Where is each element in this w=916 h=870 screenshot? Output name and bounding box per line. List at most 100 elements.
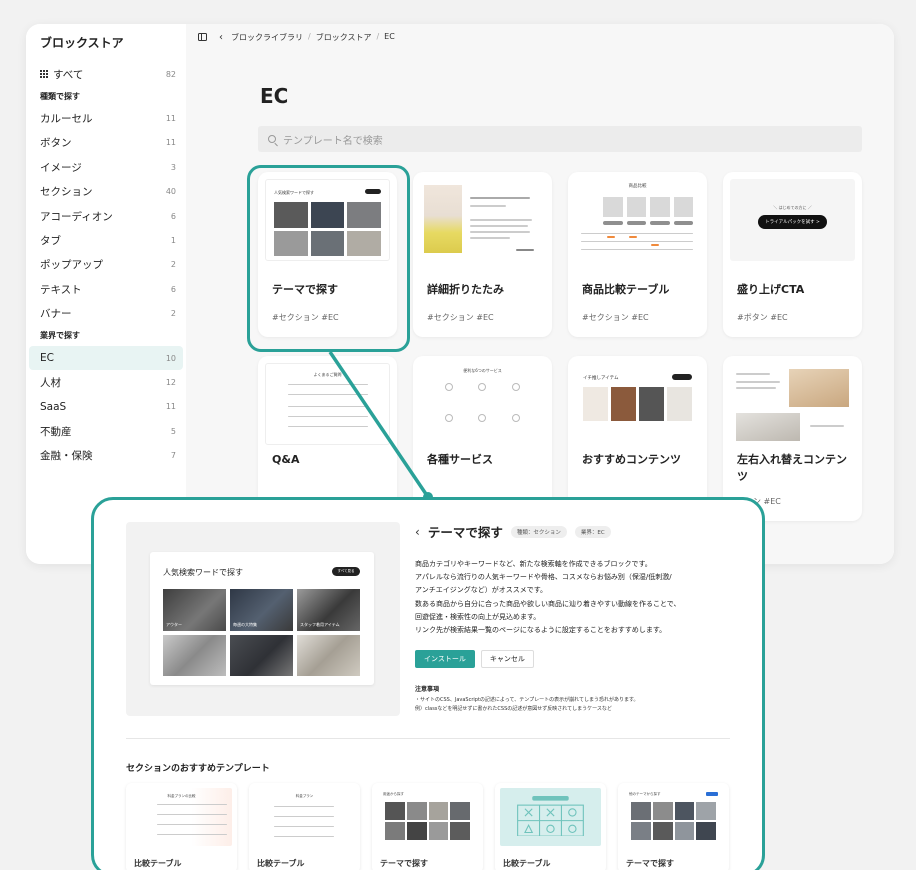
detail-description: 商品カテゴリやキーワードなど、新たな検索軸を作成できるブロックです。 アパレルな… bbox=[415, 558, 745, 637]
sidebar-item-carousel[interactable]: カルーセル 11 bbox=[29, 106, 183, 130]
sidebar-item-text[interactable]: テキスト 6 bbox=[29, 277, 183, 301]
card-thumbnail bbox=[730, 363, 855, 445]
card-thumbnail bbox=[420, 179, 545, 261]
template-card-accordion-detail[interactable]: 詳細折りたたみ #セクション #EC bbox=[413, 172, 552, 337]
sidebar-item-image[interactable]: イメージ 3 bbox=[29, 155, 183, 179]
sidebar-item-count: 3 bbox=[170, 162, 176, 172]
sidebar-item-label: 金融・保険 bbox=[40, 450, 93, 463]
sidebar-item-label: バナー bbox=[40, 308, 72, 321]
search-placeholder: テンプレート名で検索 bbox=[283, 135, 383, 147]
sidebar-item-accordion[interactable]: アコーディオン 6 bbox=[29, 204, 183, 228]
thumb-title: 用途から探す bbox=[383, 792, 404, 796]
card-tags: #セクション #EC bbox=[427, 313, 494, 322]
breadcrumb-separator: / bbox=[308, 31, 311, 41]
recommend-thumbnail bbox=[500, 788, 601, 846]
block-store-window: ブロックストア すべて 82 種類で探す カルーセル 11 ボタン 11 イメージ 3… bbox=[26, 24, 894, 564]
thumb-title: 商品比較 bbox=[628, 184, 647, 189]
sidebar-item-count: 11 bbox=[165, 402, 176, 412]
thumb-title: 料金プランの比較 bbox=[167, 794, 196, 798]
sidebar-item-finance[interactable]: 金融・保険 7 bbox=[29, 443, 183, 467]
card-title: 盛り上げCTA bbox=[737, 283, 805, 296]
preview-photo: アウター bbox=[163, 589, 226, 631]
sidebar-item-count: 40 bbox=[165, 187, 176, 197]
preview-photo bbox=[230, 634, 293, 676]
recommend-thumbnail: 料金プラン bbox=[254, 788, 355, 846]
card-title: 詳細折りたたみ bbox=[427, 283, 504, 296]
template-detail-popup: 人気検索ワードで探す すべて見る アウター 毎週の大特集 スタッフ着用アイテム … bbox=[91, 497, 765, 870]
sidebar-item-saas[interactable]: SaaS 11 bbox=[29, 395, 183, 419]
recommend-label: 比較テーブル bbox=[134, 859, 182, 868]
recommend-card[interactable]: 料金プラン 比較テーブル bbox=[249, 783, 360, 870]
sidebar-toggle-icon[interactable] bbox=[198, 33, 207, 41]
sidebar-item-popup[interactable]: ポップアップ 2 bbox=[29, 253, 183, 277]
sidebar-item-ec[interactable]: EC 10 bbox=[29, 345, 183, 371]
card-title: 各種サービス bbox=[427, 453, 493, 466]
recommend-label: 比較テーブル bbox=[503, 859, 551, 868]
thumb-title: イチ推しアイテム bbox=[583, 376, 619, 381]
preview-view-all-button: すべて見る bbox=[332, 567, 360, 576]
recommend-card[interactable]: 料金プランの比較 比較テーブル bbox=[126, 783, 237, 870]
recommend-thumbnail: 用途から探す bbox=[377, 788, 478, 846]
card-thumbnail: 商品比較 bbox=[575, 179, 700, 261]
back-chevron-icon[interactable]: ‹ bbox=[219, 32, 223, 43]
thumb-title: 他のテーマから探す bbox=[629, 792, 661, 796]
sidebar-item-label: テキスト bbox=[40, 283, 82, 296]
card-title: 商品比較テーブル bbox=[582, 283, 670, 296]
sidebar-item-button[interactable]: ボタン 11 bbox=[29, 131, 183, 155]
detail-header: ‹ テーマで探す 種類：セクション 業界：EC bbox=[415, 522, 745, 541]
notes: ・サイトのCSS、JavaScriptの記述によって、テンプレートの表示が崩れて… bbox=[415, 696, 745, 713]
sidebar-item-label: すべて bbox=[53, 68, 84, 81]
description-line: リンク先が検索結果一覧のページになるように設定することをおすすめします。 bbox=[415, 626, 667, 635]
breadcrumb: ブロックライブラリ / ブロックストア / EC bbox=[231, 32, 395, 43]
sidebar-item-all[interactable]: すべて 82 bbox=[29, 62, 183, 86]
back-chevron-icon[interactable]: ‹ bbox=[415, 525, 420, 539]
sidebar-item-count: 12 bbox=[165, 377, 176, 387]
grid-icon bbox=[40, 70, 48, 79]
breadcrumb-item[interactable]: ブロックライブラリ bbox=[231, 32, 303, 43]
recommend-card[interactable]: 他のテーマから探す テーマで探す bbox=[618, 783, 729, 870]
thumb-title: 料金プラン bbox=[295, 794, 314, 798]
search-input[interactable]: テンプレート名で検索 bbox=[258, 126, 862, 152]
sidebar-type-heading: 種類で探す bbox=[40, 91, 80, 101]
thumb-cta-button: トライアルパックを試す > bbox=[758, 215, 827, 229]
recommend-card[interactable]: 用途から探す テーマで探す bbox=[372, 783, 483, 870]
sidebar-item-label: タブ bbox=[40, 235, 61, 248]
card-thumbnail: 便利な6つのサービス bbox=[420, 363, 545, 445]
recommend-label: テーマで探す bbox=[626, 859, 674, 868]
note-line: 例）classなどを明記せずに書かれたCSSの記述が意図せず反映されてしまうケー… bbox=[415, 705, 612, 712]
sidebar-item-count: 82 bbox=[165, 69, 176, 79]
sidebar-item-count: 2 bbox=[170, 309, 176, 319]
card-thumbnail: イチ推しアイテム bbox=[575, 363, 700, 445]
sidebar-item-count: 6 bbox=[170, 284, 176, 294]
sidebar-item-label: アコーディオン bbox=[40, 210, 113, 223]
card-title: Q&A bbox=[272, 453, 300, 466]
breadcrumb-item[interactable]: ブロックストア bbox=[316, 32, 372, 43]
sidebar-item-count: 5 bbox=[170, 426, 176, 436]
sidebar-item-label: 人材 bbox=[40, 376, 61, 389]
cancel-button[interactable]: キャンセル bbox=[480, 650, 534, 669]
sidebar-item-banner[interactable]: バナー 2 bbox=[29, 302, 183, 326]
preview-photo bbox=[163, 634, 226, 676]
sidebar-item-count: 2 bbox=[170, 260, 176, 270]
thumb-caption: ＼ はじめての方に ／ bbox=[773, 205, 812, 210]
recommend-title: セクションのおすすめテンプレート bbox=[126, 764, 270, 774]
template-card-cta[interactable]: ＼ はじめての方に ／ トライアルパックを試す > 盛り上げCTA #ボタン #… bbox=[723, 172, 862, 337]
sidebar-item-section[interactable]: セクション 40 bbox=[29, 180, 183, 204]
sidebar-item-hr[interactable]: 人材 12 bbox=[29, 370, 183, 394]
sidebar-item-label: イメージ bbox=[40, 161, 82, 174]
template-card-product-comparison[interactable]: 商品比較 商品比較テーブル #セクション #EC bbox=[568, 172, 707, 337]
card-thumbnail: よくあるご質問 bbox=[265, 363, 390, 445]
detail-title: テーマで探す bbox=[427, 525, 503, 540]
sidebar-item-count: 7 bbox=[170, 451, 176, 461]
description-line: 数ある商品から自分に合った商品や欲しい商品に辿り着きやすい動線を作ることで、 bbox=[415, 599, 681, 608]
card-thumbnail: ＼ はじめての方に ／ トライアルパックを試す > bbox=[730, 179, 855, 261]
install-button[interactable]: インストール bbox=[415, 650, 475, 669]
sidebar-item-label: セクション bbox=[40, 186, 93, 199]
sidebar-item-real-estate[interactable]: 不動産 5 bbox=[29, 419, 183, 443]
preview-photo: スタッフ着用アイテム bbox=[297, 589, 360, 631]
sidebar-item-tab[interactable]: タブ 1 bbox=[29, 228, 183, 252]
card-title: おすすめコンテンツ bbox=[582, 453, 681, 466]
recommend-thumbnail: 他のテーマから探す bbox=[623, 788, 724, 846]
recommend-card[interactable]: 比較テーブル bbox=[495, 783, 606, 870]
thumb-title: よくあるご質問 bbox=[313, 372, 342, 377]
